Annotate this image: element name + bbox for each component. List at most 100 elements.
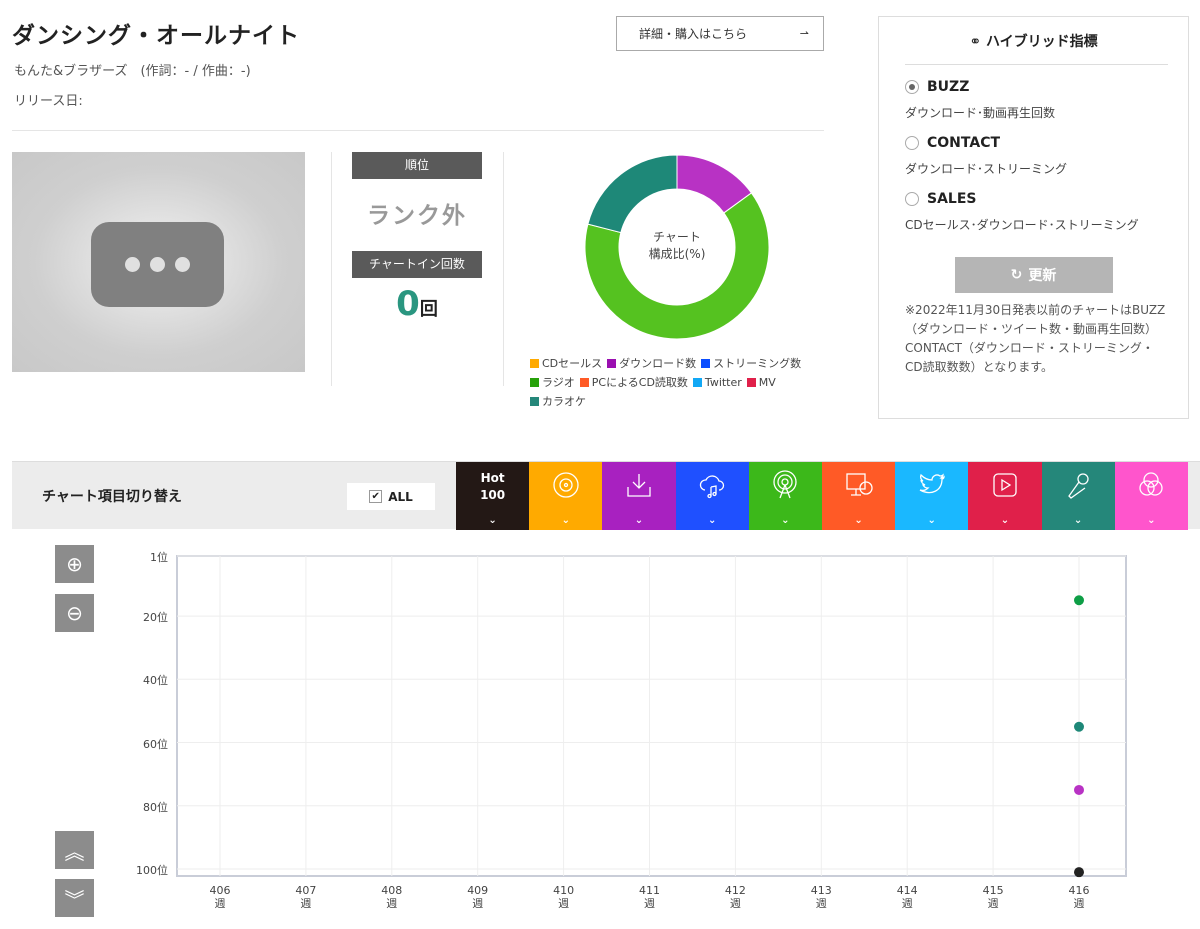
x-tick-value: 410 xyxy=(553,884,575,897)
legend-item[interactable]: カラオケ xyxy=(530,395,586,408)
tab-pc-cd-read[interactable]: ⌄ xyxy=(821,462,896,530)
checkbox-icon: ✔ xyxy=(369,490,383,503)
legend-item[interactable]: ダウンロード数 xyxy=(607,357,696,370)
all-checkbox[interactable]: ✔ ALL xyxy=(347,483,435,510)
x-tick-unit: 週 xyxy=(558,897,570,910)
data-point[interactable] xyxy=(1074,867,1084,878)
legend-item[interactable]: CDセールス xyxy=(530,357,602,370)
legend-item[interactable]: Twitter xyxy=(692,376,742,389)
data-point[interactable] xyxy=(1074,595,1084,606)
release-date: リリース日: xyxy=(14,94,83,109)
x-tick-unit: 週 xyxy=(987,897,999,910)
tab-streaming[interactable]: ⌄ xyxy=(675,462,749,530)
x-tick-unit: 週 xyxy=(815,897,827,910)
rank-label: 順位 xyxy=(352,152,482,179)
data-point[interactable] xyxy=(1074,784,1084,795)
legend-swatch xyxy=(607,359,617,368)
option-description: ダウンロード･ストリーミング xyxy=(905,162,1068,176)
karaoke-icon xyxy=(1068,473,1089,499)
tab-twitter[interactable]: ⌄ xyxy=(895,462,969,530)
chevron-down-icon: ⌄ xyxy=(927,515,936,526)
radio-button[interactable] xyxy=(905,192,919,206)
detail-purchase-button[interactable]: 詳細・購入はこちら ⇀ xyxy=(616,16,824,51)
x-tick-unit: 週 xyxy=(214,897,226,910)
chevron-down-icon: ⌄ xyxy=(488,515,497,526)
donut-slice xyxy=(587,154,678,234)
legend-swatch xyxy=(746,378,756,387)
x-tick-value: 413 xyxy=(810,884,832,897)
legend-label: PCによるCD読取数 xyxy=(591,376,688,389)
mv-icon xyxy=(993,473,1017,497)
y-tick-label: 1位 xyxy=(150,551,168,564)
tab-hybrid[interactable]: ⌄ xyxy=(1114,462,1188,530)
streaming-icon xyxy=(699,475,725,499)
chart-in-value: 0 xyxy=(396,284,420,324)
chart-switcher-bar: チャート項目切り替え ✔ ALL Hot 100 ⌄ ⌄ ⌄ ⌄ ⌄ ⌄ ⌄ ⌄ ⌄ ⌄ xyxy=(12,461,1200,530)
hybrid-title-text: ハイブリッド指標 xyxy=(985,34,1098,50)
donut-legend: CDセールス ダウンロード数 ストリーミング数ラジオ PCによるCD読取数 Twitte… xyxy=(530,354,830,411)
y-tick-label: 60位 xyxy=(143,737,168,751)
x-tick-value: 411 xyxy=(639,884,660,897)
data-point[interactable] xyxy=(1074,721,1084,732)
refresh-label: 更新 xyxy=(1028,268,1057,284)
hybrid-title: ⚭ ハイブリッド指標 xyxy=(879,31,1188,51)
jacket-placeholder xyxy=(12,152,305,372)
x-tick-value: 412 xyxy=(724,884,746,897)
x-tick-value: 406 xyxy=(209,884,231,897)
hybrid-option-contact[interactable]: CONTACT xyxy=(905,135,1188,151)
cd-sales-icon xyxy=(553,472,579,498)
divider xyxy=(503,152,504,386)
tab-label: 100 xyxy=(480,488,506,502)
radio-button[interactable] xyxy=(905,80,919,94)
tab-radio[interactable]: ⌄ xyxy=(748,462,822,530)
legend-label: MV xyxy=(758,376,776,389)
donut-center-label: チャート 構成比(%) xyxy=(577,229,777,263)
radio-button[interactable] xyxy=(905,136,919,150)
x-tick-unit: 週 xyxy=(1073,897,1085,910)
all-label: ALL xyxy=(388,489,413,504)
x-tick-label: 409 週 xyxy=(463,884,493,910)
x-tick-value: 415 xyxy=(982,884,1004,897)
y-tick-label: 100位 xyxy=(136,864,168,877)
legend-item[interactable]: MV xyxy=(746,376,776,389)
pc-cd-read-icon xyxy=(845,473,873,496)
hybrid-option-buzz[interactable]: BUZZ xyxy=(905,79,1188,95)
artist-credits: もんた&ブラザーズ (作詞：- / 作曲：-) xyxy=(14,64,251,79)
chevron-down-icon: ⌄ xyxy=(1000,515,1010,526)
refresh-button[interactable]: ↻ 更新 xyxy=(954,257,1113,293)
chevron-down-icon: ⌄ xyxy=(781,515,790,526)
y-tick-label: 20位 xyxy=(143,611,168,625)
chevron-down-icon: ⌄ xyxy=(854,515,863,526)
legend-label: ダウンロード数 xyxy=(619,357,697,370)
option-label: SALES xyxy=(927,191,977,207)
legend-label: ストリーミング数 xyxy=(713,357,802,370)
x-tick-value: 414 xyxy=(896,884,918,897)
hybrid-icon xyxy=(1139,472,1163,496)
option-label: BUZZ xyxy=(927,79,970,95)
legend-item[interactable]: PCによるCD読取数 xyxy=(579,376,688,389)
legend-swatch xyxy=(579,378,589,387)
x-tick-label: 410 週 xyxy=(549,884,579,910)
tab-hot100[interactable]: Hot 100 ⌄ xyxy=(456,462,530,530)
x-tick-value: 416 xyxy=(1068,884,1090,897)
legend-label: Twitter xyxy=(704,376,742,389)
tab-download[interactable]: ⌄ xyxy=(602,462,676,530)
legend-item[interactable]: ストリーミング数 xyxy=(701,357,801,370)
x-tick-label: 406 週 xyxy=(205,884,235,910)
x-tick-label: 407 週 xyxy=(291,884,321,910)
x-tick-unit: 週 xyxy=(901,897,913,910)
venn-icon: ⚭ xyxy=(969,34,982,50)
chevron-down-icon: ⌄ xyxy=(634,515,644,526)
x-tick-label: 414 週 xyxy=(892,884,922,910)
x-tick-label: 416 週 xyxy=(1064,884,1094,910)
tab-cd-sales[interactable]: ⌄ xyxy=(529,462,603,530)
donut-center-line2: 構成比(%) xyxy=(648,247,706,261)
switcher-label: チャート項目切り替え xyxy=(42,489,182,505)
legend-item[interactable]: ラジオ xyxy=(530,376,575,389)
divider xyxy=(331,152,332,386)
tab-karaoke[interactable]: ⌄ xyxy=(1041,462,1115,530)
chevron-down-icon: ⌄ xyxy=(1147,515,1156,526)
hybrid-option-sales[interactable]: SALES xyxy=(905,191,1188,207)
chevron-down-icon: ⌄ xyxy=(1073,515,1083,526)
tab-mv[interactable]: ⌄ xyxy=(968,462,1042,530)
